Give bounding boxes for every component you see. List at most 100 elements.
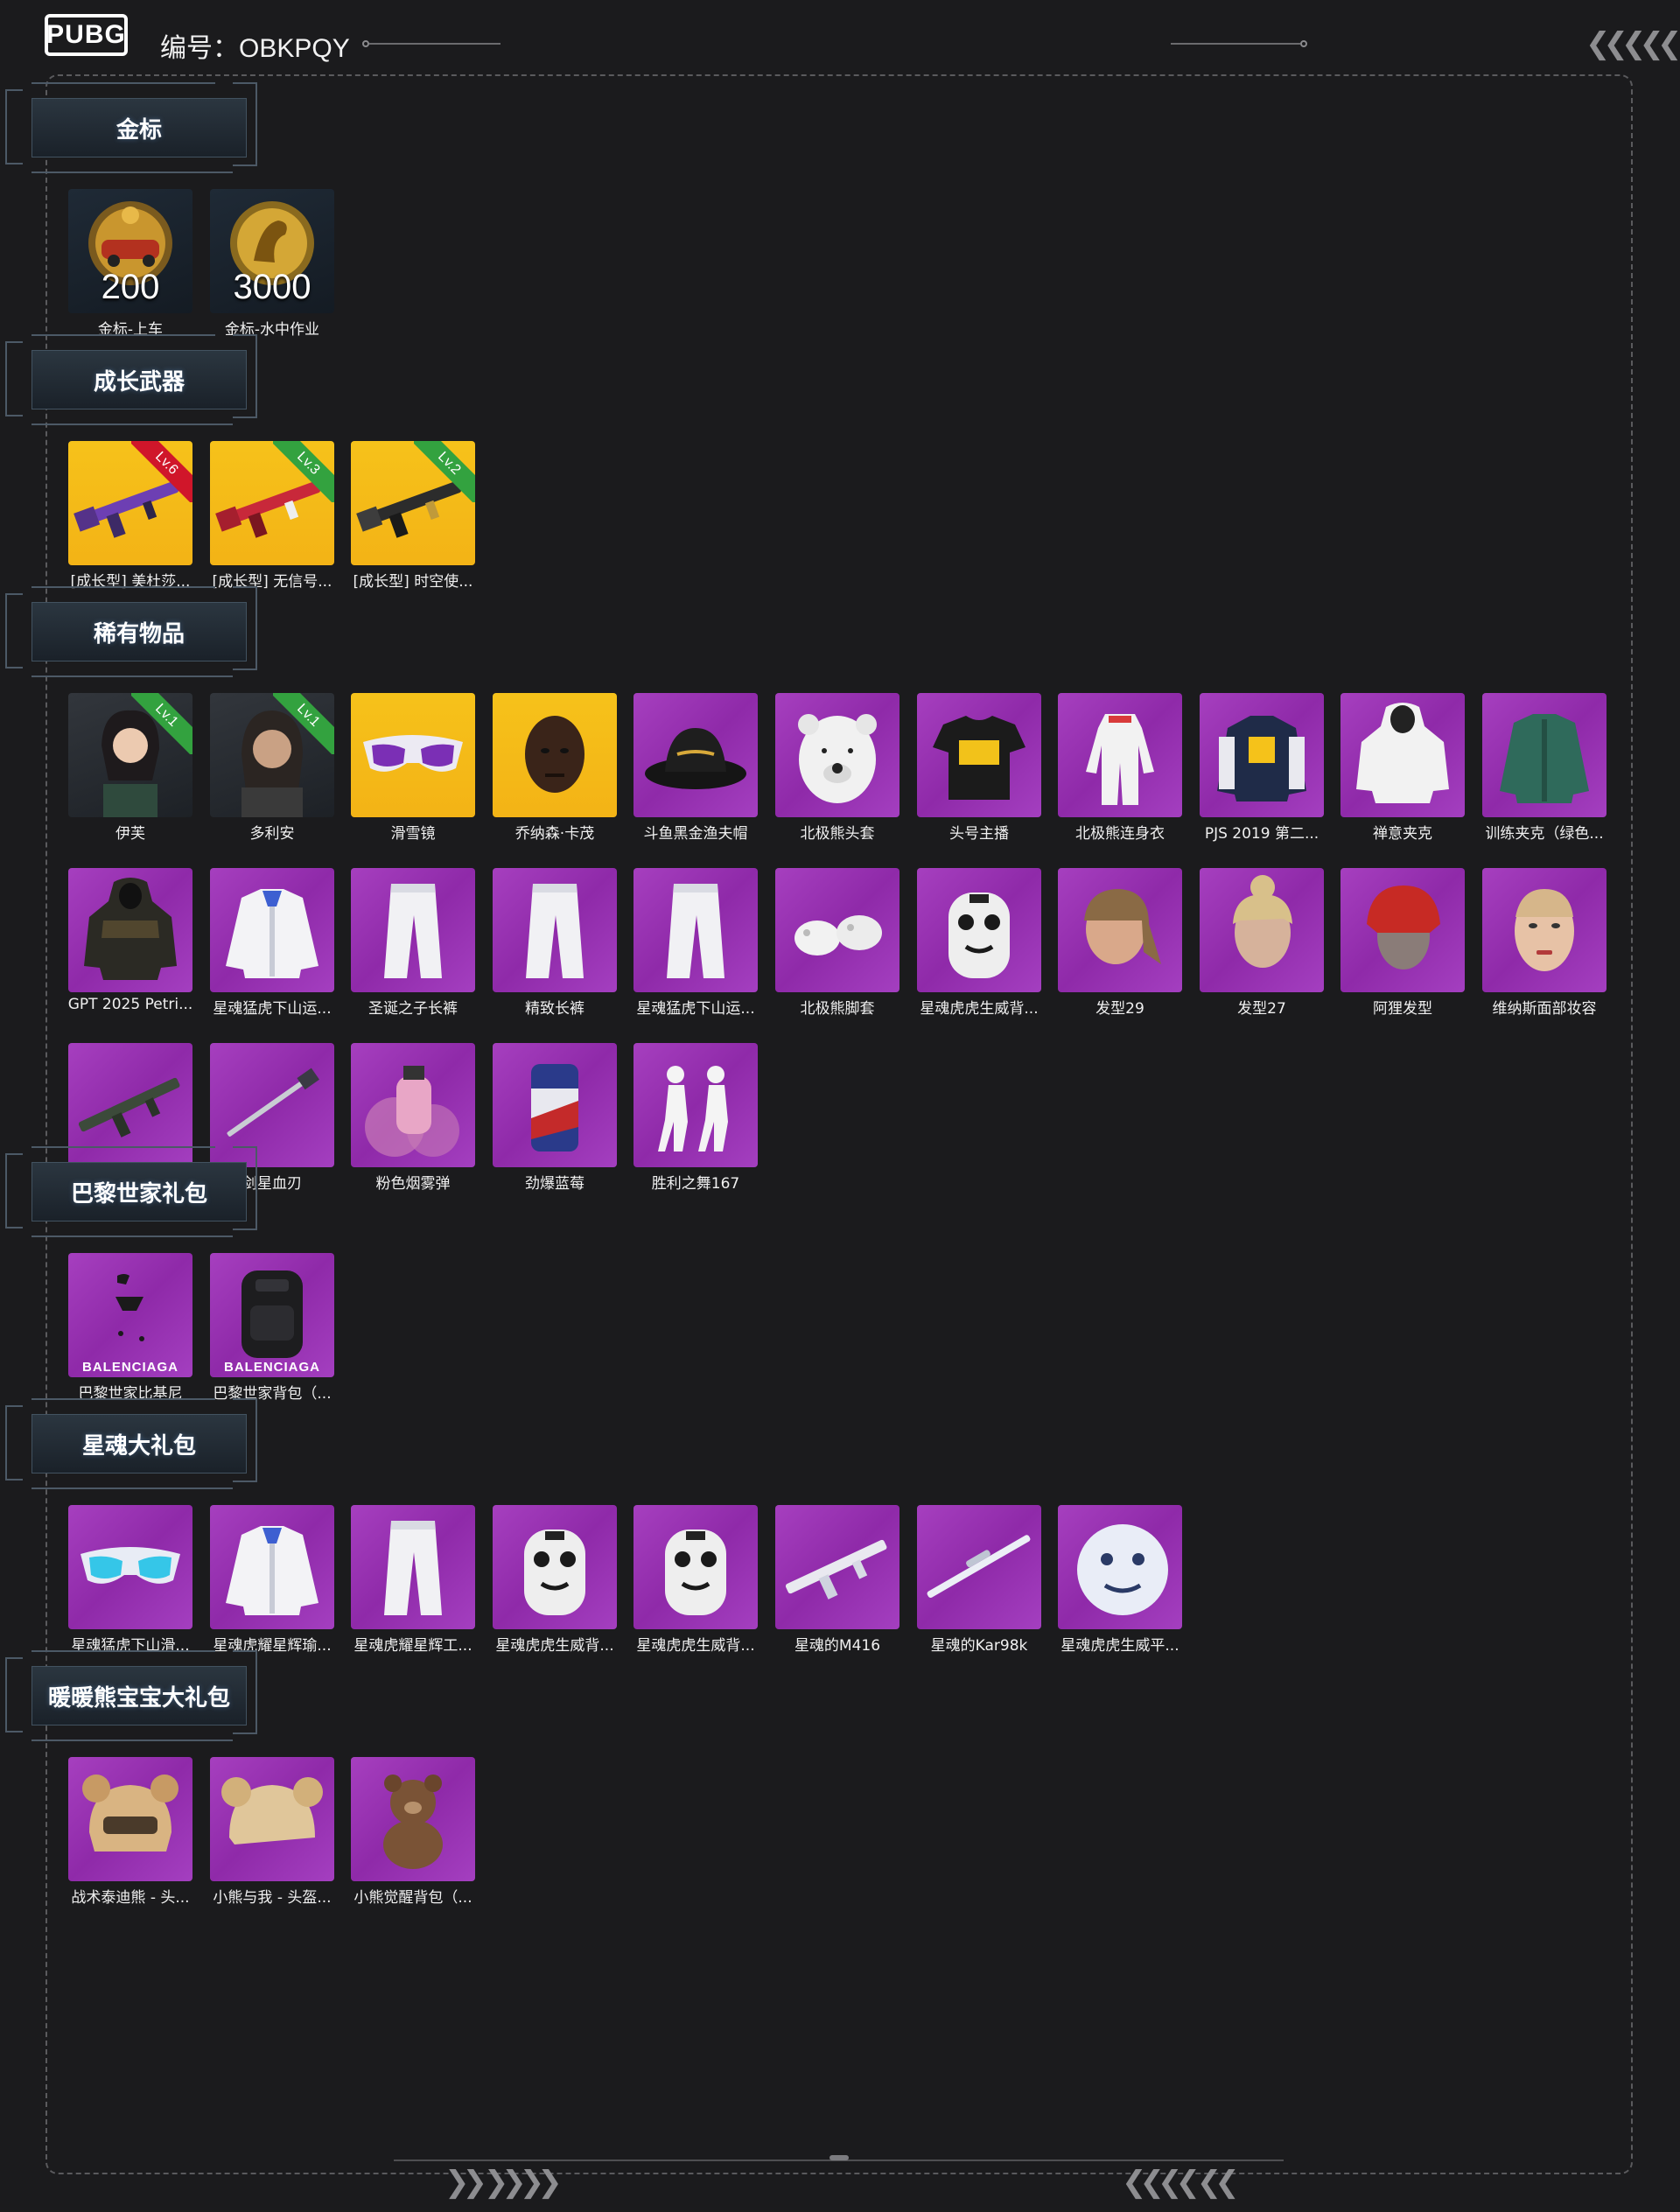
inventory-item[interactable]: Lv.1 多利安: [210, 693, 334, 845]
inventory-item[interactable]: 北极熊头套: [775, 693, 900, 845]
inventory-item[interactable]: 星魂虎虎生威背...: [634, 1505, 758, 1657]
item-tile[interactable]: [68, 1505, 192, 1629]
header-line-right: [1171, 43, 1300, 45]
inventory-item[interactable]: 胜利之舞167: [634, 1043, 758, 1195]
item-tile[interactable]: [1058, 1505, 1182, 1629]
item-tile[interactable]: [1058, 868, 1182, 992]
item-tile[interactable]: [210, 868, 334, 992]
hoodie-dark-icon: [84, 878, 177, 980]
inventory-item[interactable]: 星魂猛虎下山运...: [634, 868, 758, 1020]
section-title: 成长武器: [93, 368, 185, 396]
inventory-item[interactable]: 粉色烟雾弹: [351, 1043, 475, 1195]
item-tile[interactable]: Lv.2: [351, 441, 475, 565]
item-tile[interactable]: [351, 1757, 475, 1881]
inventory-item[interactable]: 战术泰迪熊 - 头...: [68, 1757, 192, 1909]
inventory-item[interactable]: 星魂的M416: [775, 1505, 900, 1657]
inventory-item[interactable]: 星魂猛虎下山运...: [210, 868, 334, 1020]
item-tile[interactable]: Lv.1: [210, 693, 334, 817]
inventory-item[interactable]: Lv.3 [成长型] 无信号...: [210, 441, 334, 593]
tshirt-icon: [933, 716, 1026, 800]
item-tile[interactable]: Lv.1: [68, 693, 192, 817]
inventory-item[interactable]: 圣诞之子长裤: [351, 868, 475, 1020]
inventory-item[interactable]: 星魂虎耀星辉工...: [351, 1505, 475, 1657]
bikini-icon: [116, 1274, 144, 1341]
tiger-pan-icon: [1077, 1524, 1168, 1615]
inventory-item[interactable]: 北极熊连身衣: [1058, 693, 1182, 845]
item-name: 滑雪镜: [390, 825, 436, 843]
item-tile[interactable]: [775, 868, 900, 992]
inventory-item[interactable]: 星魂的Kar98k: [917, 1505, 1041, 1657]
inventory-item[interactable]: 精致长裤: [493, 868, 617, 1020]
header-line-dot-left: [362, 40, 369, 47]
inventory-item[interactable]: 阿狸发型: [1340, 868, 1465, 1020]
item-tile[interactable]: [917, 693, 1041, 817]
item-tile[interactable]: [1340, 868, 1465, 992]
inventory-item[interactable]: 禅意夹克: [1340, 693, 1465, 845]
inventory-item[interactable]: 3000 金标-水中作业: [210, 189, 334, 341]
inventory-item[interactable]: 星魂虎虎生威平...: [1058, 1505, 1182, 1657]
item-tile[interactable]: [1200, 868, 1324, 992]
item-tile[interactable]: [775, 1505, 900, 1629]
inventory-item[interactable]: BALENCIAGA 巴黎世家背包（...: [210, 1253, 334, 1405]
inventory-item[interactable]: 训练夹克（绿色...: [1482, 693, 1606, 845]
item-tile[interactable]: [68, 868, 192, 992]
inventory-item[interactable]: 发型29: [1058, 868, 1182, 1020]
item-tile[interactable]: [493, 868, 617, 992]
item-tile[interactable]: [917, 868, 1041, 992]
item-tile[interactable]: [210, 1757, 334, 1881]
inventory-item[interactable]: 星魂虎耀星辉瑜...: [210, 1505, 334, 1657]
inventory-item[interactable]: Lv.1 伊芙: [68, 693, 192, 845]
item-tile[interactable]: [351, 693, 475, 817]
item-tile[interactable]: [351, 868, 475, 992]
face-makeup-icon: [1515, 889, 1574, 971]
item-tile[interactable]: [1340, 693, 1465, 817]
item-tile[interactable]: [917, 1505, 1041, 1629]
item-tile[interactable]: Lv.6: [68, 441, 192, 565]
item-tile[interactable]: [634, 1505, 758, 1629]
footer-chevrons-right-icon: ❯❯ ❯❯❯❯: [444, 2165, 563, 2200]
item-tile[interactable]: BALENCIAGA: [210, 1253, 334, 1377]
item-tile[interactable]: [634, 868, 758, 992]
hair-bun-icon: [1233, 875, 1292, 968]
inventory-item[interactable]: Lv.2 [成长型] 时空使...: [351, 441, 475, 593]
item-tile[interactable]: [634, 1043, 758, 1167]
item-tile[interactable]: 200: [68, 189, 192, 313]
item-tile[interactable]: [634, 693, 758, 817]
inventory-item[interactable]: 北极熊脚套: [775, 868, 900, 1020]
item-tile[interactable]: [351, 1505, 475, 1629]
item-tile[interactable]: [775, 693, 900, 817]
item-tile[interactable]: [351, 1043, 475, 1167]
inventory-item[interactable]: 斗鱼黑金渔夫帽: [634, 693, 758, 845]
inventory-item[interactable]: GPT 2025 Petri...: [68, 868, 192, 1020]
item-tile[interactable]: [1482, 693, 1606, 817]
inventory-item[interactable]: 头号主播: [917, 693, 1041, 845]
inventory-item[interactable]: 劲爆蓝莓: [493, 1043, 617, 1195]
inventory-item[interactable]: Lv.6 [成长型] 美杜莎...: [68, 441, 192, 593]
inventory-item[interactable]: 小熊与我 - 头盔...: [210, 1757, 334, 1909]
item-tile[interactable]: 3000: [210, 189, 334, 313]
item-tile[interactable]: [493, 1505, 617, 1629]
item-tile[interactable]: BALENCIAGA: [68, 1253, 192, 1377]
inventory-item[interactable]: BALENCIAGA 巴黎世家比基尼: [68, 1253, 192, 1405]
inventory-item[interactable]: 维纳斯面部妆容: [1482, 868, 1606, 1020]
inventory-item[interactable]: 200 金标-上车: [68, 189, 192, 341]
inventory-item[interactable]: 星魂猛虎下山滑...: [68, 1505, 192, 1657]
section-header: 稀有物品: [0, 584, 262, 681]
pants-white-icon: [384, 884, 442, 978]
inventory-item[interactable]: 星魂虎虎生威背...: [493, 1505, 617, 1657]
inventory-item[interactable]: 星魂虎虎生威背...: [917, 868, 1041, 1020]
item-tile[interactable]: [493, 693, 617, 817]
item-tile[interactable]: [1058, 693, 1182, 817]
item-tile[interactable]: Lv.3: [210, 441, 334, 565]
item-name: GPT 2025 Petri...: [67, 996, 193, 1013]
inventory-item[interactable]: 发型27: [1200, 868, 1324, 1020]
inventory-item[interactable]: 小熊觉醒背包（...: [351, 1757, 475, 1909]
item-tile[interactable]: [210, 1505, 334, 1629]
item-tile[interactable]: [1482, 868, 1606, 992]
item-tile[interactable]: [493, 1043, 617, 1167]
item-tile[interactable]: [68, 1757, 192, 1881]
inventory-item[interactable]: 乔纳森·卡茂: [493, 693, 617, 845]
inventory-item[interactable]: PJS 2019 第二...: [1200, 693, 1324, 845]
inventory-item[interactable]: 滑雪镜: [351, 693, 475, 845]
item-tile[interactable]: [1200, 693, 1324, 817]
